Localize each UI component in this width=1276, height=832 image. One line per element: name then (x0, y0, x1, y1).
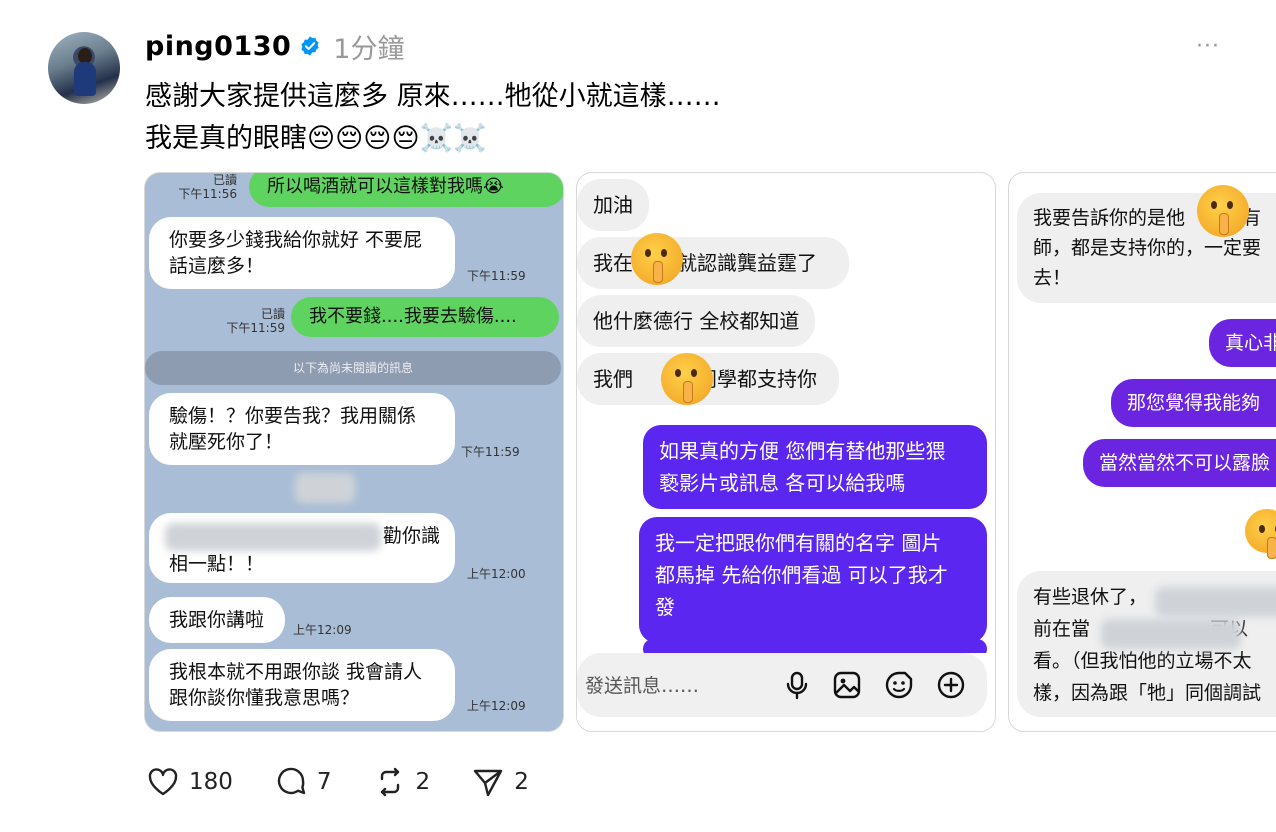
avatar-figure (74, 62, 96, 96)
repost-count: 2 (415, 769, 431, 795)
send-icon (473, 769, 503, 797)
chat-bubble-received: 你要多少錢我給你就好 不要屁 話這麼多！ (149, 217, 455, 289)
comment-icon (277, 767, 306, 795)
dm-bubble-sent: 真心非 (1209, 319, 1276, 367)
add-icon[interactable] (935, 669, 967, 701)
comment-button[interactable]: 7 (273, 764, 332, 800)
dm-bubble-sent: 那您覺得我能夠 (1111, 379, 1276, 427)
repost-icon (380, 767, 399, 797)
more-options-icon[interactable]: ··· (1196, 34, 1220, 59)
comment-count: 7 (316, 769, 332, 795)
redacted-area (295, 473, 355, 503)
chat-bubble-sent: 我不要錢....我要去驗傷.... (291, 297, 559, 337)
redacted-text (1101, 619, 1241, 649)
share-button[interactable]: 2 (470, 764, 529, 800)
verified-badge-icon (301, 36, 319, 56)
post-header: ping0130 1分鐘 (145, 28, 405, 65)
username[interactable]: ping0130 (145, 31, 291, 62)
dm-bubble-sent: 我一定把跟你們有關的名字 圖片 都馬掉 先給你們看過 可以了我才 發 (639, 517, 987, 643)
message-time: 上午12:00 (467, 567, 526, 581)
message-time: 上午12:09 (467, 699, 526, 713)
chat-bubble-sent: 所以喝酒就可以這樣對我嗎😭 (249, 173, 563, 207)
message-composer[interactable]: 發送訊息…… (577, 653, 995, 731)
read-receipt: 已讀 下午11:56 (178, 173, 237, 201)
heart-icon (148, 768, 178, 796)
message-time: 下午11:59 (467, 269, 526, 283)
chat-bubble-received: 驗傷！？你要告我？我用關係 就壓死你了！ (149, 393, 455, 465)
message-time: 下午11:59 (461, 445, 520, 459)
chat-bubble-received: 我跟你講啦 (149, 597, 285, 643)
chat-bubble-received: 勸你識 相一點！！ (149, 513, 455, 583)
shush-emoji-sticker (631, 233, 683, 285)
avatar[interactable] (48, 32, 120, 104)
chat-bubble-received: 我根本就不用跟你談 我會請人 跟你談你懂我意思嗎？ (149, 649, 455, 721)
sticker-icon[interactable] (883, 669, 915, 701)
post-time: 1分鐘 (333, 33, 405, 65)
attached-image-2[interactable]: 加油 我在 就認識龔益霆了 他什麼德行 全校都知道 我們 的同學都支持你 如果真的方… (576, 172, 996, 732)
dm-bubble-received: 他什麼德行 全校都知道 (577, 295, 816, 347)
post-body: 感謝大家提供這麼多 原來……牠從小就這樣…… 我是真的眼瞎😔😔😔😔☠️☠️ (145, 76, 721, 160)
composer-field[interactable]: 發送訊息…… (577, 653, 987, 717)
attached-image-1[interactable]: 已讀 下午11:56 所以喝酒就可以這樣對我嗎😭 你要多少錢我給你就好 不要屁 話… (144, 172, 564, 732)
dm-bubble-sent: 當然當然不可以露臉 (1083, 439, 1276, 487)
message-time: 上午12:09 (293, 623, 352, 637)
share-count: 2 (514, 769, 529, 795)
redacted-text (1155, 587, 1276, 617)
pleading-emoji (1245, 509, 1276, 559)
composer-placeholder: 發送訊息…… (585, 675, 700, 697)
repost-button[interactable]: 2 (372, 764, 431, 800)
shush-emoji-sticker (1197, 185, 1249, 237)
microphone-icon[interactable] (781, 669, 813, 701)
dm-bubble-received: 我在 就認識龔益霆了 (577, 237, 849, 289)
post-line-2: 我是真的眼瞎😔😔😔😔☠️☠️ (145, 123, 487, 154)
redacted-text (165, 523, 381, 551)
shush-emoji-sticker (661, 353, 713, 405)
dm-bubble-sent: 如果真的方便 您們有替他那些猥 褻影片或訊息 各可以給我嗎 (643, 425, 987, 509)
dm-bubble-received: 加油 (577, 179, 649, 231)
like-count: 180 (189, 769, 233, 795)
post-actions: 180 7 2 2 (145, 762, 569, 802)
like-button[interactable]: 180 (145, 764, 233, 800)
image-icon[interactable] (831, 669, 863, 701)
unread-divider: 以下為尚未閱讀的訊息 (145, 351, 561, 385)
post-line-1: 感謝大家提供這麼多 原來……牠從小就這樣…… (145, 81, 721, 112)
attached-image-3[interactable]: 我要告訴你的是他所有 師，都是支持你的，一定要 去！ 真心非 那您覺得我能夠 當… (1008, 172, 1276, 732)
read-receipt: 已讀 下午11:59 (226, 307, 285, 335)
